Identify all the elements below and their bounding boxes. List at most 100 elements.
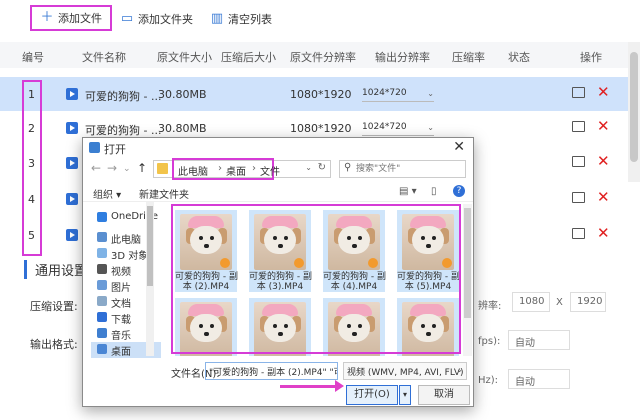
hz-value: 自动: [515, 377, 535, 388]
preview-pane-icon[interactable]: ▯: [431, 186, 437, 197]
chevron-down-icon: ⌄: [427, 123, 434, 132]
row-size: 30.80MB: [158, 88, 207, 101]
chevron-down-icon: ⌄: [456, 365, 463, 374]
row-resolution: 1080*1920: [290, 88, 352, 101]
filename-input[interactable]: "可爱的狗狗 - 副本 (2).MP4" "可: [205, 362, 338, 380]
breadcrumb-this-pc[interactable]: 此电脑: [178, 163, 208, 178]
header-index: 编号: [22, 51, 44, 64]
organize-button[interactable]: 组织 ▾: [93, 186, 121, 201]
table-scrollbar[interactable]: [628, 42, 640, 182]
app-icon: [89, 142, 100, 153]
delete-icon[interactable]: ✕: [597, 224, 610, 242]
index-highlight-box: [22, 80, 42, 256]
scrollbar-thumb[interactable]: [147, 206, 153, 286]
hz-label: Hz):: [478, 375, 499, 386]
table-row[interactable]: 1 可爱的狗狗 - ... 30.80MB 1080*1920 1024*720…: [0, 77, 628, 111]
output-resolution-value: 1024*720: [362, 122, 407, 132]
play-icon[interactable]: [66, 157, 78, 169]
breadcrumb-files[interactable]: 文件: [260, 163, 280, 178]
desktop-icon: [97, 344, 107, 354]
chevron-down-icon[interactable]: ⌄: [305, 163, 312, 172]
dialog-command-bar: 组织 ▾ 新建文件夹 ▤ ▾ ▯ ?: [83, 182, 473, 202]
refresh-icon[interactable]: ↻: [318, 162, 326, 173]
delete-icon[interactable]: ✕: [597, 188, 610, 206]
back-icon[interactable]: ←: [91, 161, 101, 175]
header-actions: 操作: [580, 51, 602, 64]
row-resolution: 1080*1920: [290, 122, 352, 135]
header-output-resolution: 输出分辨率: [375, 51, 430, 64]
fps-select[interactable]: 自动: [508, 330, 570, 350]
play-icon[interactable]: [66, 88, 78, 100]
open-button[interactable]: 打开(O): [346, 385, 398, 405]
scrollbar-thumb[interactable]: [464, 208, 471, 318]
cube-icon: [97, 248, 107, 258]
up-icon[interactable]: ↑: [137, 161, 147, 175]
output-resolution-select[interactable]: 1024*720 ⌄: [362, 120, 434, 136]
file-type-select[interactable]: 视频 (WMV, MP4, AVI, FLV) ⌄: [343, 362, 467, 380]
address-bar[interactable]: 此电脑 › 桌面 › 文件 ⌄ ↻: [153, 158, 331, 180]
clear-list-button[interactable]: ▥ 清空列表: [210, 8, 272, 30]
chevron-down-icon[interactable]: ⌄: [123, 164, 131, 174]
trash-icon: ▥: [210, 11, 224, 26]
pointer-arrow: [280, 380, 344, 392]
play-icon[interactable]: [66, 193, 78, 205]
hz-select[interactable]: 自动: [508, 369, 570, 389]
cloud-icon: [97, 212, 107, 222]
delete-icon[interactable]: ✕: [597, 152, 610, 170]
add-file-icon: ＋: [40, 10, 54, 25]
add-folder-button[interactable]: ▭ 添加文件夹: [120, 8, 193, 30]
file-grid-highlight-box: [171, 204, 461, 354]
folder-icon[interactable]: [572, 121, 585, 132]
output-resolution-select[interactable]: 1024*720 ⌄: [362, 86, 434, 102]
search-box[interactable]: ⚲: [339, 160, 466, 178]
add-file-button[interactable]: ＋ 添加文件: [30, 5, 112, 31]
new-folder-button[interactable]: 新建文件夹: [139, 186, 189, 201]
open-dropdown-button[interactable]: ▾: [399, 385, 411, 405]
clear-list-label: 清空列表: [228, 13, 272, 26]
chevron-down-icon: ⌄: [427, 89, 434, 98]
dialog-footer: 文件名(N): "可爱的狗狗 - 副本 (2).MP4" "可 视频 (WMV,…: [83, 360, 473, 408]
file-grid-scrollbar[interactable]: [463, 204, 472, 356]
dialog-title: 打开: [104, 143, 126, 156]
file-type-value: 视频 (WMV, MP4, AVI, FLV): [347, 368, 464, 378]
header-original-size: 原文件大小: [157, 51, 212, 64]
header-status: 状态: [508, 51, 530, 64]
play-icon[interactable]: [66, 229, 78, 241]
cancel-button[interactable]: 取消: [418, 385, 470, 405]
output-format-label: 输出格式:: [30, 338, 78, 351]
folder-icon[interactable]: [572, 192, 585, 203]
header-compressed-size: 压缩后大小: [221, 51, 276, 64]
view-icon[interactable]: ▤ ▾: [399, 186, 417, 197]
fps-label: fps):: [478, 336, 501, 347]
download-icon: [97, 312, 107, 322]
play-icon[interactable]: [66, 122, 78, 134]
compress-settings-label: 压缩设置:: [30, 300, 78, 313]
image-icon: [97, 280, 107, 290]
row-filename: 可爱的狗狗 - ...: [85, 124, 162, 137]
scrollbar-thumb[interactable]: [630, 52, 638, 162]
delete-icon[interactable]: ✕: [597, 83, 610, 101]
table-header: 编号 文件名称 原文件大小 压缩后大小 原文件分辨率 输出分辨率 压缩率 状态 …: [0, 42, 628, 68]
resolution-x-label: X: [556, 297, 563, 308]
breadcrumb-separator: ›: [218, 163, 222, 174]
folder-icon[interactable]: [572, 228, 585, 239]
document-icon: [97, 296, 107, 306]
forward-icon[interactable]: →: [107, 161, 117, 175]
music-icon: [97, 328, 107, 338]
header-filename: 文件名称: [82, 51, 126, 64]
folder-icon[interactable]: [572, 156, 585, 167]
help-icon[interactable]: ?: [453, 185, 465, 197]
breadcrumb-desktop[interactable]: 桌面: [226, 163, 246, 178]
video-icon: [97, 264, 107, 274]
close-icon[interactable]: ✕: [453, 139, 465, 155]
breadcrumb-separator: ›: [252, 163, 256, 174]
delete-icon[interactable]: ✕: [597, 117, 610, 135]
width-input[interactable]: 1080: [512, 292, 550, 312]
navigation-pane-scrollbar[interactable]: [146, 202, 154, 356]
height-input[interactable]: 1920: [570, 292, 606, 312]
search-input[interactable]: [356, 162, 462, 176]
resolution-label: 辨率:: [478, 301, 502, 312]
header-original-resolution: 原文件分辨率: [290, 51, 356, 64]
open-file-dialog: 打开 ✕ ← → ⌄ ↑ 此电脑 › 桌面 › 文件 ⌄ ↻ ⚲ 组织 ▾ 新建…: [82, 137, 474, 407]
folder-icon[interactable]: [572, 87, 585, 98]
